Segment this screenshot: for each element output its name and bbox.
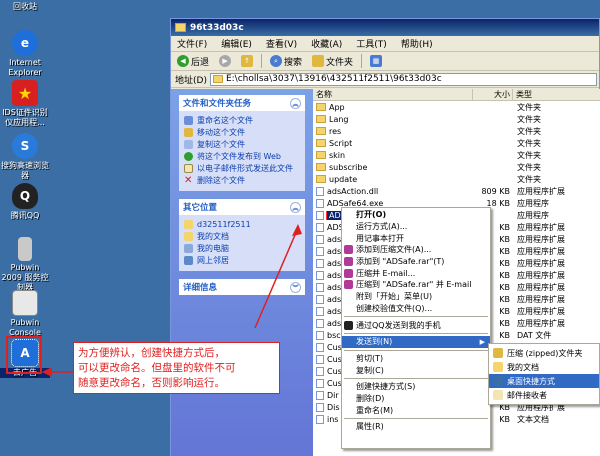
annotation-arrows [42,224,302,377]
arrow-to-file [254,227,299,329]
arrowhead [292,224,302,236]
arrowhead [42,367,52,377]
